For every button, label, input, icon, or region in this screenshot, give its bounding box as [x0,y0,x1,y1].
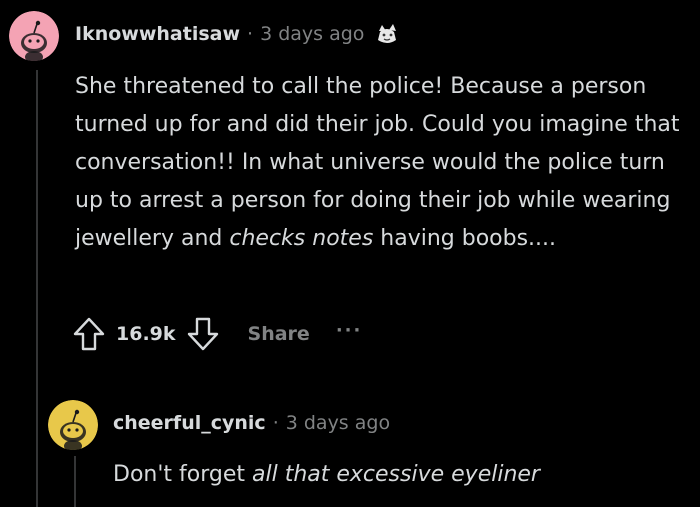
reply-username[interactable]: cheerful_cynic [113,412,266,434]
separator-dot: · [247,23,254,45]
reply-timestamp[interactable]: 3 days ago [286,412,390,434]
comment-text-end: having boobs.... [373,226,557,251]
more-options-button[interactable]: ··· [336,320,363,341]
vote-score: 16.9k [116,323,176,345]
snoo-avatar-icon [9,11,59,61]
avatar[interactable] [9,11,59,61]
comment-text: She threatened to call the police! Becau… [75,74,680,251]
downvote-arrow-icon[interactable] [186,316,220,352]
comment-meta: Iknowwhatisaw · 3 days ago [75,22,400,46]
separator-dot: · [272,412,279,434]
wholesome-award-icon[interactable] [374,22,400,46]
timestamp[interactable]: 3 days ago [260,23,364,45]
reply-thread-line[interactable] [74,456,76,507]
reply-text: Don't forget [113,462,252,487]
reply-avatar[interactable] [48,400,98,450]
upvote-arrow-icon[interactable] [72,316,106,352]
thread-line[interactable] [36,70,38,507]
comment-actions: 16.9k Share ··· [72,314,362,354]
snoo-avatar-icon [48,400,98,450]
reply-meta: cheerful_cynic · 3 days ago [113,412,390,434]
reply-body: Don't forget all that excessive eyeliner [113,458,693,492]
reply-emphasis: all that excessive eyeliner [252,462,540,487]
share-button[interactable]: Share [248,323,310,345]
comment-body: She threatened to call the police! Becau… [75,68,690,258]
comment-emphasis: checks notes [229,226,374,251]
username[interactable]: Iknowwhatisaw [75,23,240,45]
